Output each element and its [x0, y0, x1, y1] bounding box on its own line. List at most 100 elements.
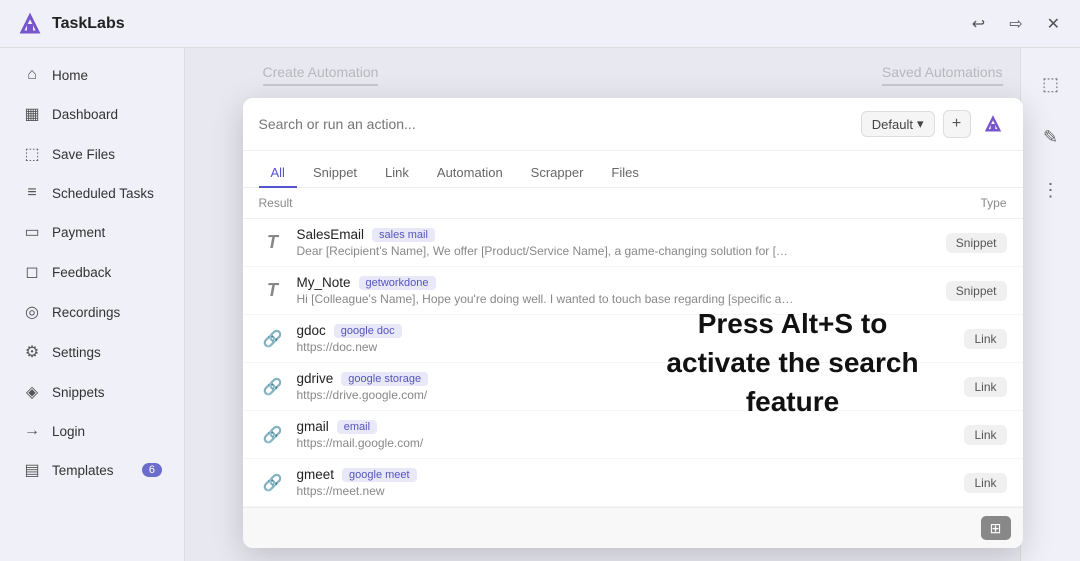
content-area: Create Automation Saved Automations ⬚ ✎ …: [185, 48, 1080, 561]
sidebar-item-label: Save Files: [52, 147, 115, 162]
link-type-icon: 🔗: [259, 421, 287, 449]
result-content: gmeet google meet https://meet.new: [297, 467, 955, 498]
result-type-badge: Snippet: [946, 281, 1007, 301]
result-name: gdoc: [297, 323, 326, 338]
result-name: gmail: [297, 419, 329, 434]
snippet-type-icon: T: [259, 277, 287, 305]
results-list: T SalesEmail sales mail Dear [Recipient'…: [243, 219, 1023, 507]
link-type-icon: 🔗: [259, 469, 287, 497]
table-row[interactable]: 🔗 gdrive google storage https://drive.go…: [243, 363, 1023, 411]
sidebar-item-home[interactable]: ⌂ Home: [6, 57, 178, 93]
back-button[interactable]: ↩: [968, 10, 989, 38]
result-title-row: gdoc google doc: [297, 323, 955, 338]
sidebar-item-label: Scheduled Tasks: [52, 186, 154, 201]
type-column-header: Type: [980, 196, 1006, 210]
result-subtitle: https://doc.new: [297, 340, 797, 354]
main-layout: ⌂ Home ▦ Dashboard ⬚ Save Files ≡ Schedu…: [0, 48, 1080, 561]
result-type-badge: Link: [964, 377, 1006, 397]
home-icon: ⌂: [22, 66, 42, 84]
footer-grid-button[interactable]: ⊞: [981, 516, 1011, 540]
table-row[interactable]: T My_Note getworkdone Hi [Colleague's Na…: [243, 267, 1023, 315]
login-icon: →: [22, 422, 42, 440]
result-type-badge: Link: [964, 425, 1006, 445]
result-title-row: SalesEmail sales mail: [297, 227, 936, 242]
sidebar-item-snippets[interactable]: ◈ Snippets: [6, 373, 178, 411]
sidebar-item-label: Recordings: [52, 305, 120, 320]
table-header: Result Type: [243, 188, 1023, 219]
result-title-row: gmail email: [297, 419, 955, 434]
title-bar-left: TaskLabs: [16, 10, 125, 38]
sidebar-item-templates[interactable]: ▤ Templates 6: [6, 451, 178, 489]
tab-all[interactable]: All: [259, 159, 297, 188]
result-subtitle: https://meet.new: [297, 484, 797, 498]
sidebar: ⌂ Home ▦ Dashboard ⬚ Save Files ≡ Schedu…: [0, 48, 185, 561]
templates-icon: ▤: [22, 460, 42, 480]
tab-scrapper[interactable]: Scrapper: [519, 159, 596, 188]
modal-search-bar: Default ▾ +: [243, 98, 1023, 151]
sidebar-item-login[interactable]: → Login: [6, 413, 178, 449]
result-type-badge: Link: [964, 473, 1006, 493]
result-name: gmeet: [297, 467, 335, 482]
result-title-row: gdrive google storage: [297, 371, 955, 386]
result-subtitle: https://drive.google.com/: [297, 388, 797, 402]
sidebar-item-label: Payment: [52, 225, 105, 240]
result-subtitle: Hi [Colleague's Name], Hope you're doing…: [297, 292, 797, 306]
modal-logo-icon: [979, 110, 1007, 138]
modal-search-actions: Default ▾ +: [861, 110, 1007, 138]
result-tag: google doc: [334, 324, 402, 338]
result-title-row: gmeet google meet: [297, 467, 955, 482]
sidebar-item-label: Templates: [52, 463, 114, 478]
sidebar-item-feedback[interactable]: ◻ Feedback: [6, 253, 178, 291]
search-modal: Default ▾ + All Snippet Link: [243, 98, 1023, 548]
result-tag: getworkdone: [359, 276, 436, 290]
templates-badge: 6: [142, 463, 162, 477]
sidebar-item-dashboard[interactable]: ▦ Dashboard: [6, 95, 178, 133]
table-row[interactable]: 🔗 gmeet google meet https://meet.new Lin…: [243, 459, 1023, 507]
default-dropdown[interactable]: Default ▾: [861, 111, 935, 137]
feedback-icon: ◻: [22, 262, 42, 282]
scheduled-tasks-icon: ≡: [22, 184, 42, 202]
result-tag: email: [337, 420, 377, 434]
modal-tabs: All Snippet Link Automation Scrapper Fil…: [243, 151, 1023, 188]
sidebar-item-save-files[interactable]: ⬚ Save Files: [6, 135, 178, 173]
chevron-down-icon: ▾: [917, 116, 924, 132]
sidebar-item-label: Settings: [52, 345, 101, 360]
sidebar-item-payment[interactable]: ▭ Payment: [6, 213, 178, 251]
result-name: SalesEmail: [297, 227, 365, 242]
sidebar-item-settings[interactable]: ⚙ Settings: [6, 333, 178, 371]
tab-link[interactable]: Link: [373, 159, 421, 188]
close-button[interactable]: ✕: [1043, 10, 1064, 38]
sidebar-item-scheduled-tasks[interactable]: ≡ Scheduled Tasks: [6, 175, 178, 211]
tab-automation[interactable]: Automation: [425, 159, 515, 188]
table-row[interactable]: 🔗 gdoc google doc https://doc.new Link: [243, 315, 1023, 363]
add-button[interactable]: +: [943, 110, 971, 138]
table-row[interactable]: T SalesEmail sales mail Dear [Recipient'…: [243, 219, 1023, 267]
snippet-type-icon: T: [259, 229, 287, 257]
right-panel: ⬚ ✎ ⋮: [1020, 48, 1080, 561]
search-input[interactable]: [259, 116, 861, 132]
tab-files[interactable]: Files: [599, 159, 650, 188]
forward-button[interactable]: ⇨: [1005, 10, 1026, 38]
sidebar-item-label: Feedback: [52, 265, 111, 280]
result-content: SalesEmail sales mail Dear [Recipient's …: [297, 227, 936, 258]
panel-copy-icon[interactable]: ⬚: [1036, 68, 1065, 101]
sidebar-item-label: Home: [52, 68, 88, 83]
result-content: gdoc google doc https://doc.new: [297, 323, 955, 354]
default-label: Default: [872, 117, 913, 132]
result-column-header: Result: [259, 196, 293, 210]
panel-more-icon[interactable]: ⋮: [1036, 174, 1066, 207]
result-content: gdrive google storage https://drive.goog…: [297, 371, 955, 402]
table-row[interactable]: 🔗 gmail email https://mail.google.com/ L…: [243, 411, 1023, 459]
result-name: My_Note: [297, 275, 351, 290]
panel-edit-icon[interactable]: ✎: [1037, 121, 1064, 154]
tab-snippet[interactable]: Snippet: [301, 159, 369, 188]
sidebar-item-recordings[interactable]: ◎ Recordings: [6, 293, 178, 331]
link-type-icon: 🔗: [259, 325, 287, 353]
result-name: gdrive: [297, 371, 334, 386]
saved-automations-label: Saved Automations: [882, 64, 1003, 86]
result-title-row: My_Note getworkdone: [297, 275, 936, 290]
dashboard-icon: ▦: [22, 104, 42, 124]
sidebar-item-label: Login: [52, 424, 85, 439]
bg-header: Create Automation Saved Automations: [243, 64, 1023, 86]
result-tag: google meet: [342, 468, 417, 482]
